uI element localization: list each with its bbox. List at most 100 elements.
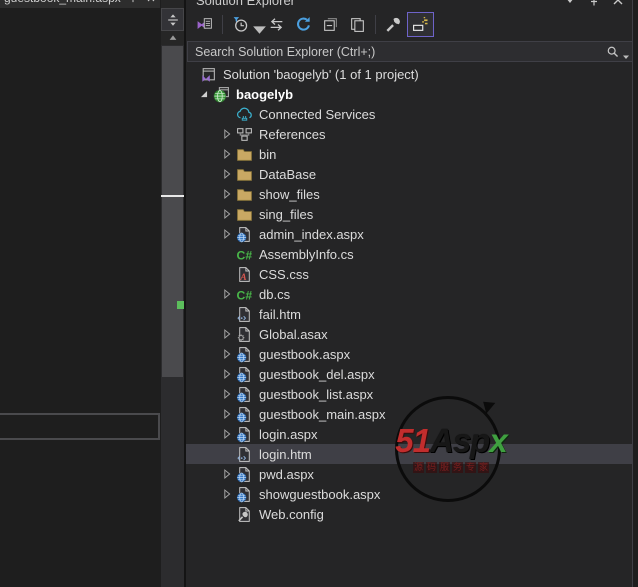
collapse-all-button[interactable]	[317, 12, 344, 37]
switch-views-button[interactable]	[191, 12, 218, 37]
properties-button[interactable]	[380, 12, 407, 37]
tree-item[interactable]: C#db.cs	[186, 284, 632, 304]
tree-item[interactable]: login.htm	[186, 444, 632, 464]
tree-item-label: CSS.css	[259, 267, 309, 282]
tree-item[interactable]: Web.config	[186, 504, 632, 524]
tree-item-label: guestbook_main.aspx	[259, 407, 385, 422]
solution-explorer-toolbar	[186, 9, 632, 40]
expand-arrow-icon[interactable]	[217, 466, 236, 482]
arrow-spacer	[217, 106, 236, 122]
tab-pin-icon[interactable]	[127, 0, 139, 4]
aspx-file-icon	[236, 466, 253, 483]
tree-item[interactable]: References	[186, 124, 632, 144]
references-icon	[236, 126, 253, 143]
tree-item[interactable]: fail.htm	[186, 304, 632, 324]
search-icon[interactable]	[606, 45, 620, 59]
editor-element-outline	[0, 413, 160, 440]
tree-item-label: sing_files	[259, 207, 313, 222]
tree-item[interactable]: bin	[186, 144, 632, 164]
tree-item[interactable]: Global.asax	[186, 324, 632, 344]
show-all-files-button[interactable]	[344, 12, 371, 37]
refresh-button[interactable]	[290, 12, 317, 37]
svg-text:A: A	[239, 272, 246, 283]
tab-close-icon[interactable]	[145, 0, 157, 4]
expand-arrow-icon[interactable]	[217, 366, 236, 382]
arrow-spacer	[217, 506, 236, 522]
tree-item[interactable]: A CSS.css	[186, 264, 632, 284]
tree-item[interactable]: C#AssemblyInfo.cs	[186, 244, 632, 264]
tree-item[interactable]: DataBase	[186, 164, 632, 184]
search-icons[interactable]	[606, 45, 635, 59]
expand-arrow-icon[interactable]	[217, 426, 236, 442]
properties-icon	[385, 16, 402, 33]
tree-item-label: Solution 'baogelyb' (1 of 1 project)	[223, 67, 419, 82]
tree-item-label: References	[259, 127, 325, 142]
tree-item-label: Web.config	[259, 507, 324, 522]
folder-icon	[236, 146, 253, 163]
tree-item[interactable]: login.aspx	[186, 424, 632, 444]
tree-item[interactable]: show_files	[186, 184, 632, 204]
tab-label: guestbook_main.aspx	[4, 0, 121, 5]
tree-item[interactable]: admin_index.aspx	[186, 224, 632, 244]
expand-arrow-icon[interactable]	[217, 346, 236, 362]
editor-vertical-scrollbar[interactable]	[161, 0, 184, 587]
expand-arrow-icon[interactable]	[217, 226, 236, 242]
sync-with-active-document-button[interactable]	[263, 12, 290, 37]
search-input[interactable]	[188, 45, 606, 59]
expand-arrow-icon[interactable]	[217, 206, 236, 222]
aspx-file-icon	[236, 386, 253, 403]
expand-arrow-icon[interactable]	[217, 126, 236, 142]
tree-item[interactable]: guestbook_list.aspx	[186, 384, 632, 404]
tree-item[interactable]: pwd.aspx	[186, 464, 632, 484]
folder-icon	[236, 206, 253, 223]
aspx-file-icon	[236, 426, 253, 443]
arrow-spacer	[217, 446, 236, 462]
htm-file-icon	[236, 306, 253, 323]
scrollbar-up-button[interactable]	[161, 31, 184, 45]
dropdown-caret-icon[interactable]	[251, 21, 259, 29]
expand-arrow-icon[interactable]	[217, 326, 236, 342]
expand-arrow-icon[interactable]	[217, 486, 236, 502]
auto-hide-button[interactable]	[586, 0, 602, 8]
preview-selected-items-button[interactable]	[407, 12, 434, 37]
tree-item[interactable]: showguestbook.aspx	[186, 484, 632, 504]
arrow-spacer	[217, 306, 236, 322]
cs-file-icon: C#	[236, 246, 253, 263]
tree-item-label: guestbook.aspx	[259, 347, 350, 362]
expand-arrow-icon[interactable]	[217, 386, 236, 402]
expand-arrow-icon[interactable]	[217, 406, 236, 422]
tree-item[interactable]: guestbook_main.aspx	[186, 404, 632, 424]
solution-explorer-panel: Solution Explorer Solution 'baogelyb' (1…	[186, 0, 638, 587]
scrollbar-thumb[interactable]	[162, 46, 183, 377]
search-box[interactable]	[187, 41, 636, 62]
arrow-spacer	[217, 266, 236, 282]
css-file-icon: A	[236, 266, 253, 283]
panel-title: Solution Explorer	[196, 0, 554, 8]
aspx-file-icon	[236, 346, 253, 363]
expand-arrow-icon[interactable]	[217, 146, 236, 162]
switch-views-icon	[196, 16, 213, 33]
arrow-up-icon	[167, 32, 179, 44]
expand-arrow-icon[interactable]	[217, 286, 236, 302]
tree-item[interactable]: baogelyb	[186, 84, 632, 104]
split-arrows-icon	[166, 13, 180, 27]
tree-item[interactable]: Connected Services	[186, 104, 632, 124]
tree-item[interactable]: sing_files	[186, 204, 632, 224]
tree-item[interactable]: guestbook_del.aspx	[186, 364, 632, 384]
close-button[interactable]	[610, 0, 626, 8]
editor-splitter-handle[interactable]	[161, 8, 184, 31]
pending-changes-filter-button[interactable]	[227, 12, 263, 37]
window-position-button[interactable]	[562, 0, 578, 8]
collapse-arrow-icon[interactable]	[194, 86, 213, 102]
search-dropdown-caret-icon[interactable]	[622, 48, 630, 56]
expand-arrow-icon[interactable]	[217, 166, 236, 182]
expand-arrow-icon[interactable]	[217, 186, 236, 202]
panel-title-bar[interactable]: Solution Explorer	[186, 0, 632, 9]
document-tab[interactable]: guestbook_main.aspx	[0, 0, 160, 8]
scrollbar-change-mark	[177, 301, 184, 309]
tree-item-label: DataBase	[259, 167, 316, 182]
asax-file-icon	[236, 326, 253, 343]
tree-item[interactable]: guestbook.aspx	[186, 344, 632, 364]
tree-item[interactable]: Solution 'baogelyb' (1 of 1 project)	[186, 64, 632, 84]
preview-icon	[412, 16, 429, 33]
